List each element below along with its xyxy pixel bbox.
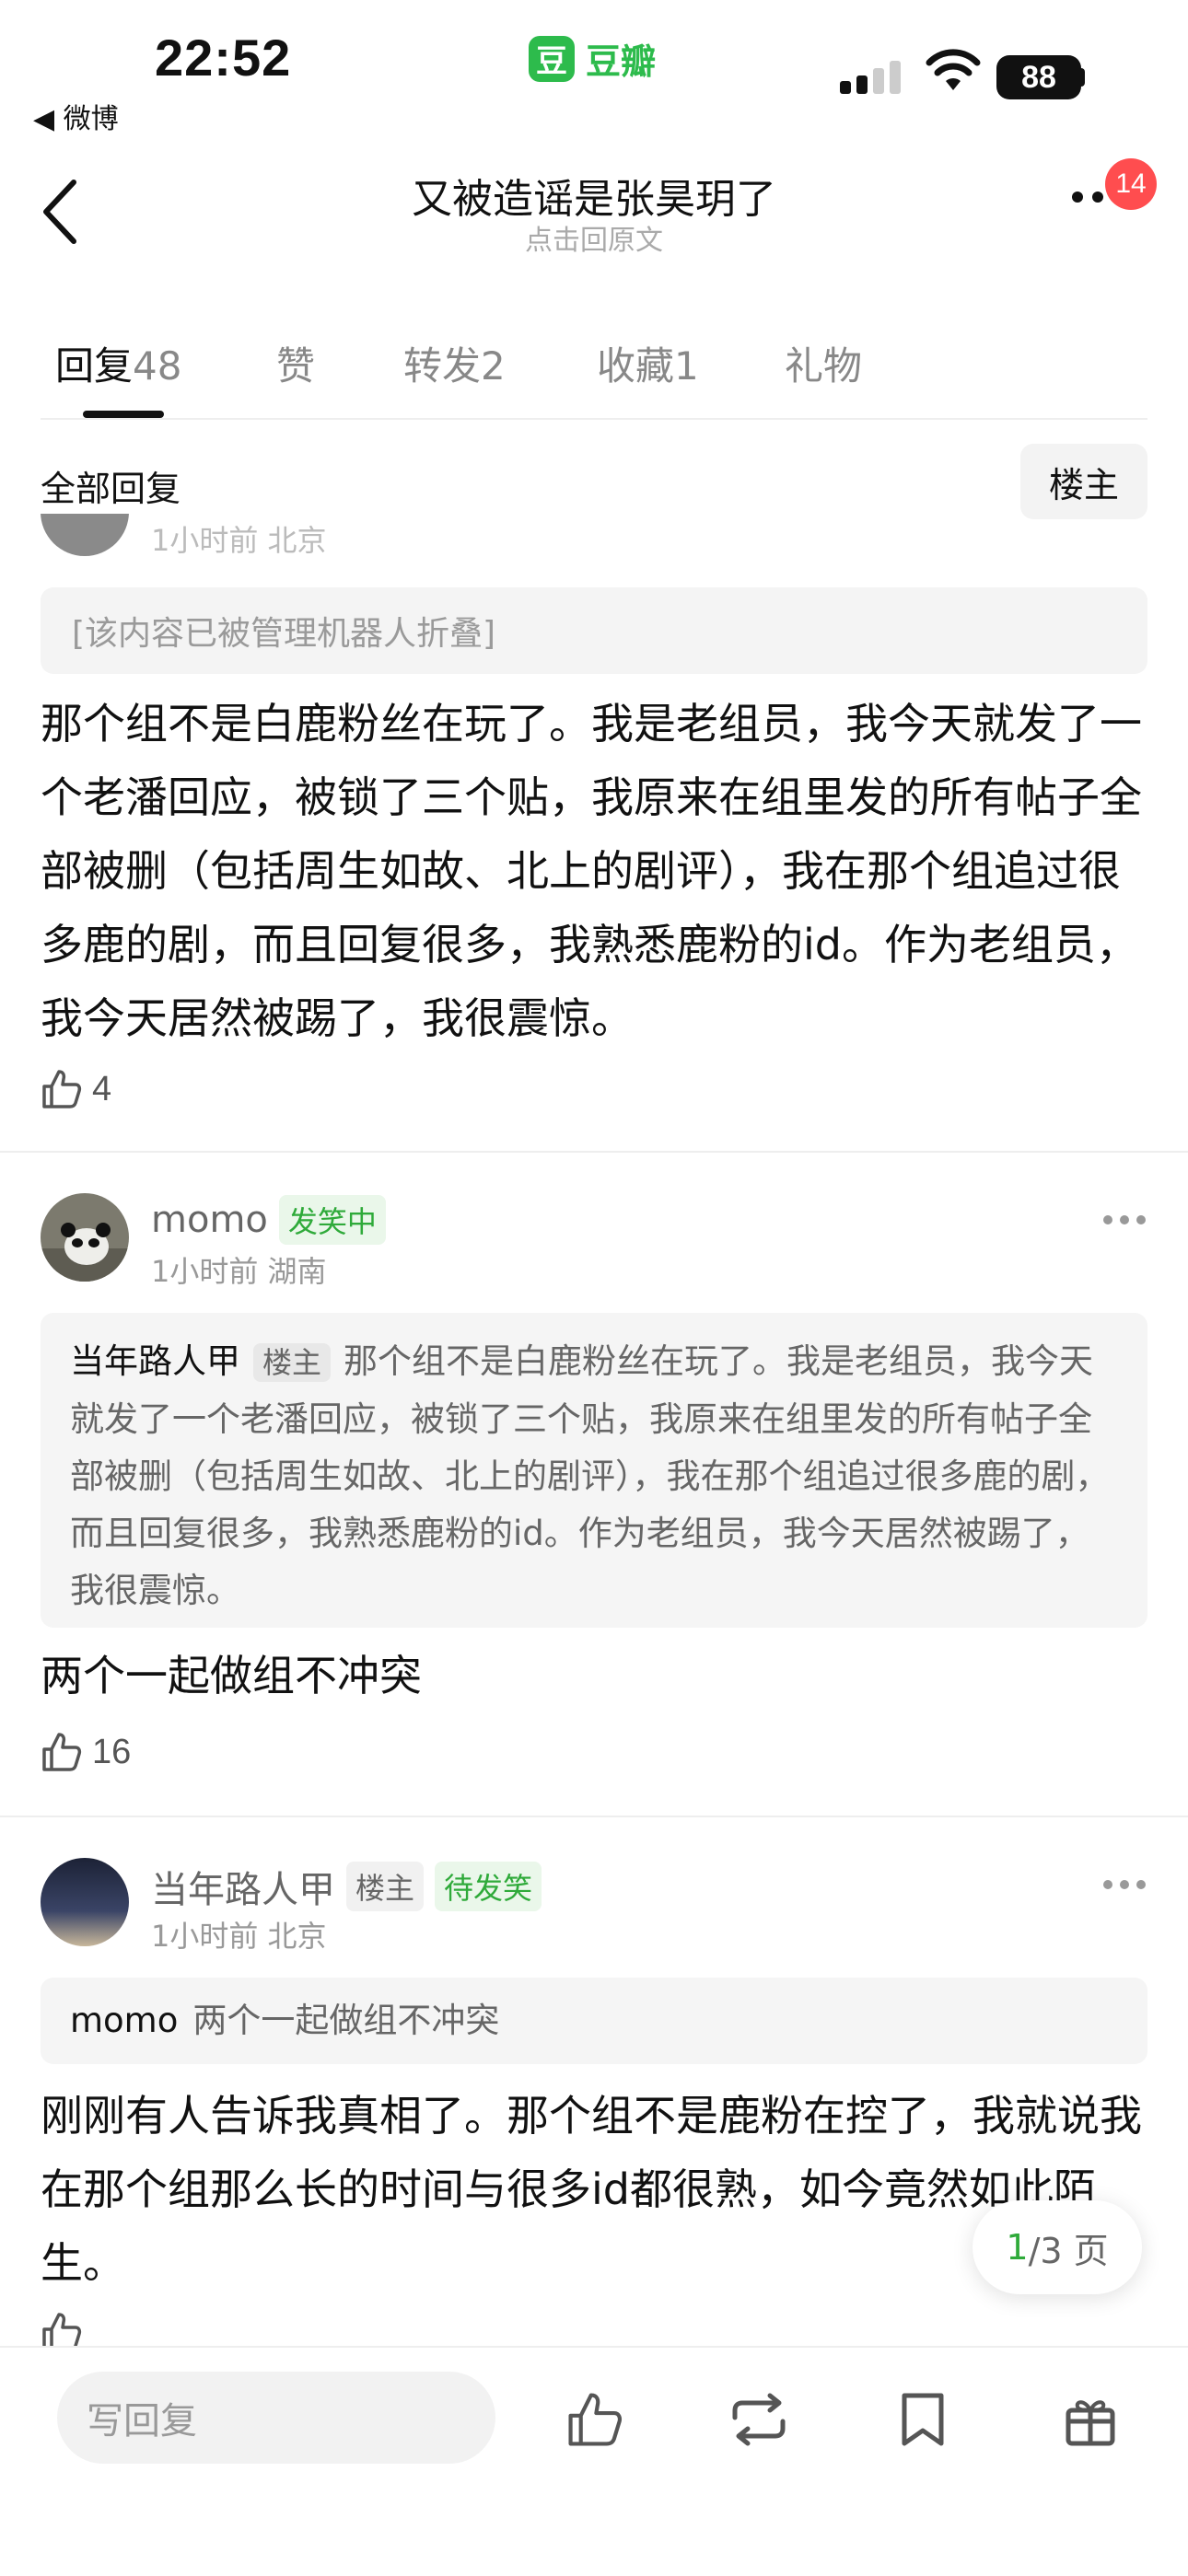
folded-notice[interactable]: [该内容已被管理机器人折叠] xyxy=(41,587,1147,674)
night-sky-avatar-icon xyxy=(41,1858,129,1946)
owner-only-button[interactable]: 楼主 xyxy=(1020,444,1147,519)
quote-text: 那个组不是白鹿粉丝在玩了。我是老组员，我今天就发了一个老潘回应，被锁了三个贴，我… xyxy=(70,1341,1110,1610)
tab-likes[interactable]: 赞 xyxy=(276,335,315,391)
like-button[interactable]: 16 xyxy=(41,1731,131,1773)
page-title: 又被造谣是张昊玥了 xyxy=(412,176,776,223)
panda-avatar-icon xyxy=(41,1193,129,1282)
app-name: 豆瓣 xyxy=(586,41,657,82)
quoted-reply[interactable]: 当年路人甲 楼主 那个组不是白鹿粉丝在玩了。我是老组员，我今天就发了一个老潘回应，被… xyxy=(41,1313,1147,1628)
tab-label: 转发 xyxy=(403,343,482,389)
avatar[interactable] xyxy=(41,1858,129,1946)
like-icon[interactable] xyxy=(565,2390,624,2449)
status-time: 22:52 xyxy=(155,29,292,87)
quote-text: 两个一起做组不冲突 xyxy=(192,2001,500,2040)
like-icon xyxy=(42,1733,82,1771)
post-text: 两个一起做组不冲突 xyxy=(41,1651,422,1700)
tab-label: 赞 xyxy=(276,343,316,389)
bookmark-icon[interactable] xyxy=(897,2390,949,2449)
notification-badge: 14 xyxy=(1105,158,1157,210)
post-meta: 1小时前 北京 xyxy=(151,1919,327,1954)
tab-label: 礼物 xyxy=(785,343,863,389)
current-page: 1 xyxy=(1006,2227,1029,2268)
tab-replies[interactable]: 回复48 xyxy=(55,335,181,391)
author-name[interactable]: momo xyxy=(151,1199,268,1241)
status-tag: 发笑中 xyxy=(278,1195,386,1245)
post-meta: 1小时前 北京 xyxy=(151,523,327,554)
quote-owner-tag: 楼主 xyxy=(253,1343,332,1382)
divider xyxy=(0,1151,1188,1153)
reply-input[interactable]: 写回复 xyxy=(57,2372,495,2464)
back-to-original-link[interactable]: 点击回原文 xyxy=(0,217,1188,258)
post-more-icon[interactable] xyxy=(1103,1880,1146,1889)
post-header: 当年路人甲 楼主 待发笑 xyxy=(151,1860,542,1913)
douban-logo-icon: 豆 xyxy=(529,35,575,82)
quote-author: momo xyxy=(70,2001,179,2040)
total-pages: /3 页 xyxy=(1028,2230,1109,2271)
battery-tip xyxy=(1077,68,1085,87)
post-meta: 1小时前 湖南 xyxy=(151,1254,327,1289)
wifi-icon xyxy=(926,49,981,90)
repost-icon[interactable] xyxy=(728,2390,790,2449)
owner-tag: 楼主 xyxy=(346,1862,425,1911)
tab-count: 2 xyxy=(481,343,506,389)
post-text: 那个组不是白鹿粉丝在玩了。我是老组员，我今天就发了一个老潘回应，被锁了三个贴，我… xyxy=(41,699,1142,1043)
signal-icon xyxy=(840,61,901,94)
tab-count: 48 xyxy=(133,343,182,389)
avatar[interactable] xyxy=(41,514,129,556)
page-indicator[interactable]: 1/3 页 xyxy=(973,2200,1142,2294)
back-to-app-link[interactable]: ◀ 微博 xyxy=(33,96,119,136)
like-button[interactable]: 4 xyxy=(41,1068,111,1110)
tab-favorites[interactable]: 收藏1 xyxy=(597,335,699,391)
app-indicator: 豆 豆瓣 xyxy=(529,33,656,84)
tab-gifts[interactable]: 礼物 xyxy=(785,335,862,391)
like-icon xyxy=(42,1070,82,1108)
gift-icon[interactable] xyxy=(1061,2390,1120,2449)
status-tag: 待发笑 xyxy=(435,1862,542,1911)
battery-indicator: 88 xyxy=(996,55,1081,99)
divider xyxy=(41,418,1147,420)
tab-label: 收藏 xyxy=(597,343,675,389)
active-tab-indicator xyxy=(83,411,164,418)
post-more-icon[interactable] xyxy=(1103,1215,1146,1224)
like-count: 16 xyxy=(92,1732,132,1771)
quoted-reply[interactable]: momo 两个一起做组不冲突 xyxy=(41,1978,1147,2064)
post-header: momo 发笑中 xyxy=(151,1195,386,1245)
avatar[interactable] xyxy=(41,1193,129,1282)
like-count: 4 xyxy=(92,1069,112,1108)
author-name[interactable]: 当年路人甲 xyxy=(151,1860,335,1913)
tab-count: 1 xyxy=(674,343,699,389)
tab-reposts[interactable]: 转发2 xyxy=(403,335,506,391)
tab-label: 回复 xyxy=(55,343,134,389)
quote-author: 当年路人甲 xyxy=(70,1341,240,1381)
divider xyxy=(0,1816,1188,1817)
filter-label: 全部回复 xyxy=(41,469,181,509)
